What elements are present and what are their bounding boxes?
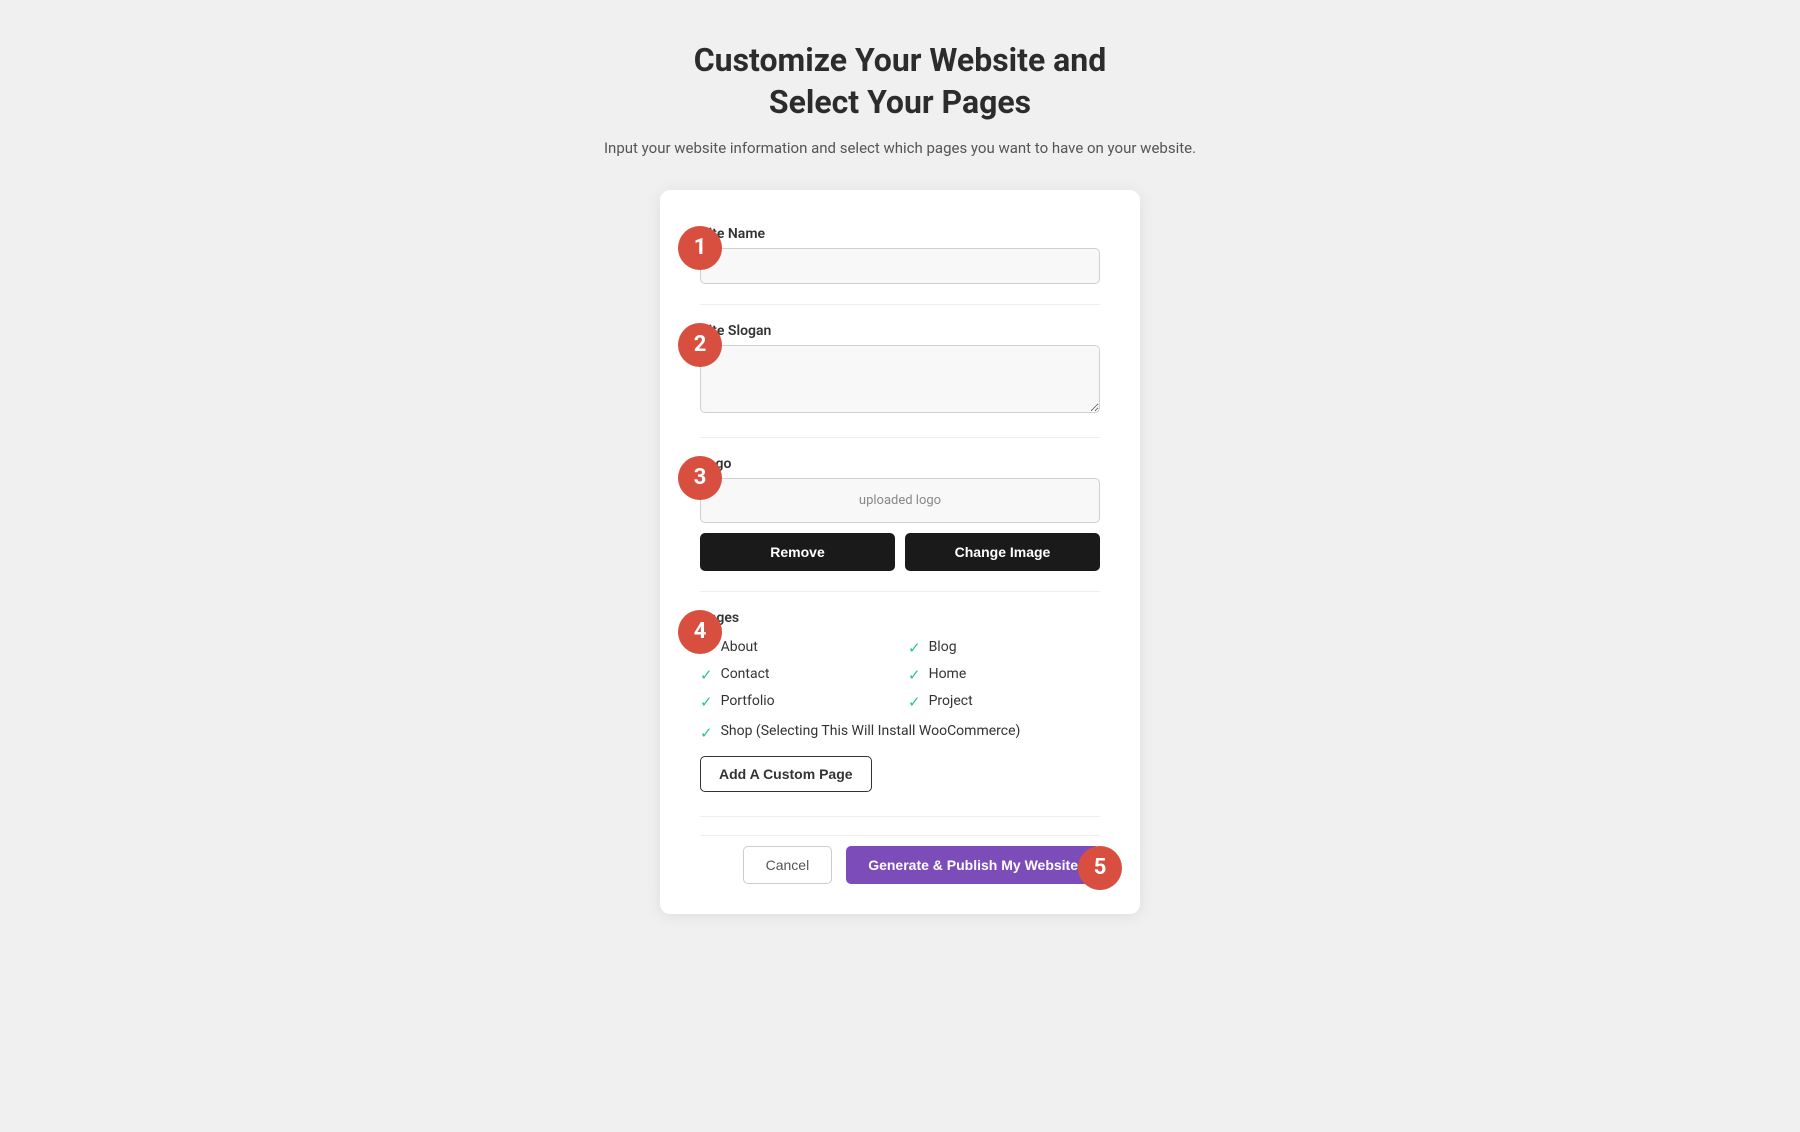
check-icon: ✓ [908, 693, 921, 711]
card-footer: Cancel Generate & Publish My Website 5 [700, 835, 1100, 884]
pages-grid: ✓ About ✓ Blog ✓ Contact ✓ Home ✓ Portfo… [700, 638, 1100, 711]
pages-label: Pages [700, 610, 1100, 626]
list-item: ✓ Portfolio [700, 692, 892, 711]
step-badge-5: 5 [1078, 846, 1122, 890]
generate-publish-button[interactable]: Generate & Publish My Website [846, 846, 1100, 884]
page-contact-label: Contact [721, 666, 770, 682]
site-name-input[interactable] [700, 248, 1100, 284]
change-image-button[interactable]: Change Image [905, 533, 1100, 571]
page-portfolio-label: Portfolio [721, 693, 775, 709]
page-about-label: About [721, 639, 758, 655]
step-badge-1: 1 [678, 226, 722, 270]
list-item: ✓ About [700, 638, 892, 657]
check-icon: ✓ [908, 666, 921, 684]
logo-label: Logo [700, 456, 1100, 472]
list-item: ✓ Contact [700, 665, 892, 684]
logo-buttons: Remove Change Image [700, 533, 1100, 571]
page-blog-label: Blog [929, 639, 957, 655]
logo-preview-box: uploaded logo [700, 478, 1100, 523]
step-badge-4: 4 [678, 610, 722, 654]
check-icon: ✓ [700, 724, 713, 742]
site-slogan-section: 2 Site Slogan [700, 323, 1100, 417]
list-item: ✓ Shop (Selecting This Will Install WooC… [700, 723, 1100, 742]
page-home-label: Home [929, 666, 967, 682]
list-item: ✓ Blog [908, 638, 1100, 657]
cancel-button[interactable]: Cancel [743, 846, 833, 884]
list-item: ✓ Home [908, 665, 1100, 684]
site-name-section: 1 Site Name [700, 226, 1100, 284]
add-custom-page-button[interactable]: Add A Custom Page [700, 756, 872, 792]
main-card: 1 Site Name 2 Site Slogan 3 Logo uploade… [660, 190, 1140, 914]
pages-section: 4 Pages ✓ About ✓ Blog ✓ Contact ✓ Home [700, 610, 1100, 792]
site-slogan-label: Site Slogan [700, 323, 1100, 339]
site-name-label: Site Name [700, 226, 1100, 242]
logo-section: 3 Logo uploaded logo Remove Change Image [700, 456, 1100, 571]
page-subtitle: Input your website information and selec… [604, 137, 1196, 160]
check-icon: ✓ [908, 639, 921, 657]
site-slogan-input[interactable] [700, 345, 1100, 413]
list-item: ✓ Project [908, 692, 1100, 711]
page-title: Customize Your Website and Select Your P… [604, 40, 1196, 123]
page-project-label: Project [929, 693, 973, 709]
step-badge-3: 3 [678, 456, 722, 500]
check-icon: ✓ [700, 693, 713, 711]
check-icon: ✓ [700, 666, 713, 684]
remove-logo-button[interactable]: Remove [700, 533, 895, 571]
page-shop-label: Shop (Selecting This Will Install WooCom… [721, 723, 1021, 739]
logo-preview-text: uploaded logo [859, 493, 941, 508]
page-header: Customize Your Website and Select Your P… [604, 40, 1196, 160]
step-badge-2: 2 [678, 323, 722, 367]
